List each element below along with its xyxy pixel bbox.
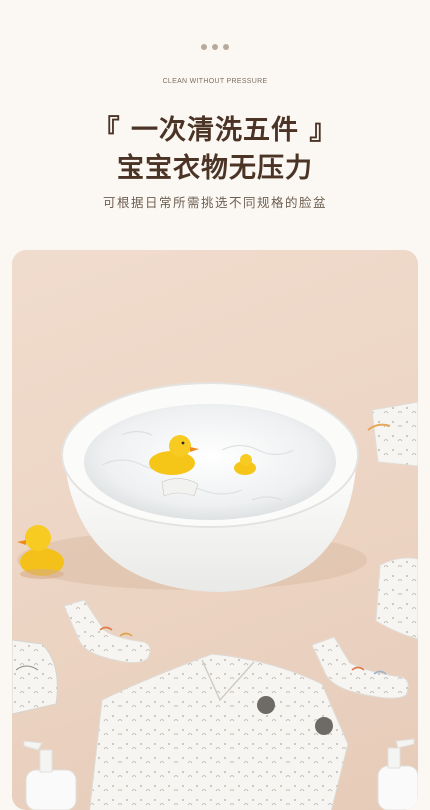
product-photo-illustration [12,382,418,810]
eyebrow-text: CLEAN WITHOUT PRESSURE [162,78,268,85]
folded-cloth-right [375,557,418,640]
baby-sock-left [63,599,151,663]
baby-sock-right [311,636,409,699]
bowl-water [84,404,336,520]
dot [212,44,218,50]
decorative-dots [0,44,430,50]
subtitle: 可根据日常所需挑选不同规格的脸盆 [102,195,327,210]
lotion-bottle-right [377,738,418,810]
dot [201,44,207,50]
shirt-button [257,696,275,714]
folded-clothes-left [12,639,58,715]
product-photo [12,250,418,810]
headline-line-2: 宝宝衣物无压力 [117,153,313,184]
shirt-button [315,717,333,735]
folded-shirt-top-right [367,401,418,467]
baby-shirt [89,653,349,810]
dot [223,44,229,50]
headline-line-1: 『 一次清洗五件 』 [92,115,338,146]
